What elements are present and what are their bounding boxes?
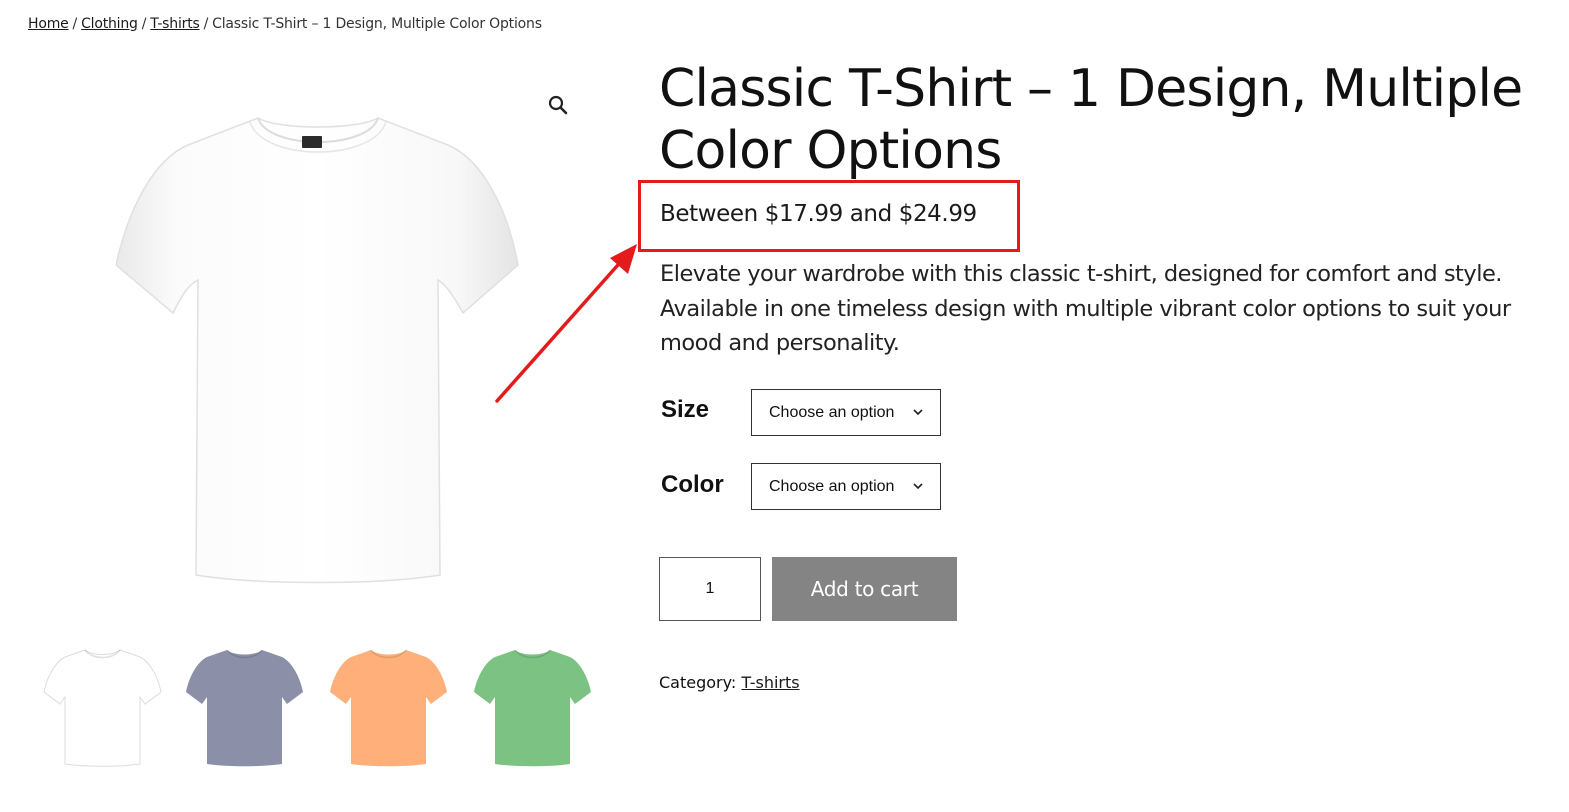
breadcrumb-tshirts-link[interactable]: T-shirts <box>150 16 200 32</box>
breadcrumb-clothing-link[interactable]: Clothing <box>81 16 138 32</box>
breadcrumb-separator: / <box>72 16 78 32</box>
annotation-arrow <box>495 244 637 403</box>
category-label: Category: <box>659 673 737 692</box>
category-link[interactable]: T-shirts <box>741 673 799 692</box>
chevron-down-icon <box>913 483 923 490</box>
add-to-cart-button[interactable]: Add to cart <box>772 557 957 621</box>
size-select[interactable]: Choose an option <box>751 389 941 436</box>
color-select-value: Choose an option <box>769 477 895 495</box>
breadcrumb-home-link[interactable]: Home <box>28 16 69 32</box>
size-label: Size <box>661 396 710 423</box>
thumbnail-image[interactable] <box>40 642 165 770</box>
magnifier-icon[interactable] <box>540 88 576 124</box>
thumbnail-image[interactable] <box>326 642 451 770</box>
breadcrumb: Home / Clothing / T-shirts / Classic T-Shirt –… <box>28 16 542 32</box>
chevron-down-icon <box>913 409 923 416</box>
product-price: Between $17.99 and $24.99 <box>660 201 977 227</box>
thumbnail-image[interactable] <box>182 642 307 770</box>
quantity-input[interactable] <box>659 557 761 621</box>
breadcrumb-separator: / <box>203 16 209 32</box>
breadcrumb-current: Classic T-Shirt – 1 Design, Multiple Col… <box>212 16 542 32</box>
breadcrumb-separator: / <box>141 16 147 32</box>
color-label: Color <box>661 471 724 498</box>
size-select-value: Choose an option <box>769 403 895 421</box>
color-select[interactable]: Choose an option <box>751 463 941 510</box>
product-description: Elevate your wardrobe with this classic … <box>660 261 1511 356</box>
product-title: Classic T-Shirt – 1 Design, Multiple Col… <box>659 59 1523 181</box>
thumbnail-image[interactable] <box>470 642 595 770</box>
thumbnail-gallery <box>40 642 600 772</box>
product-category: Category: T-shirts <box>659 673 800 692</box>
